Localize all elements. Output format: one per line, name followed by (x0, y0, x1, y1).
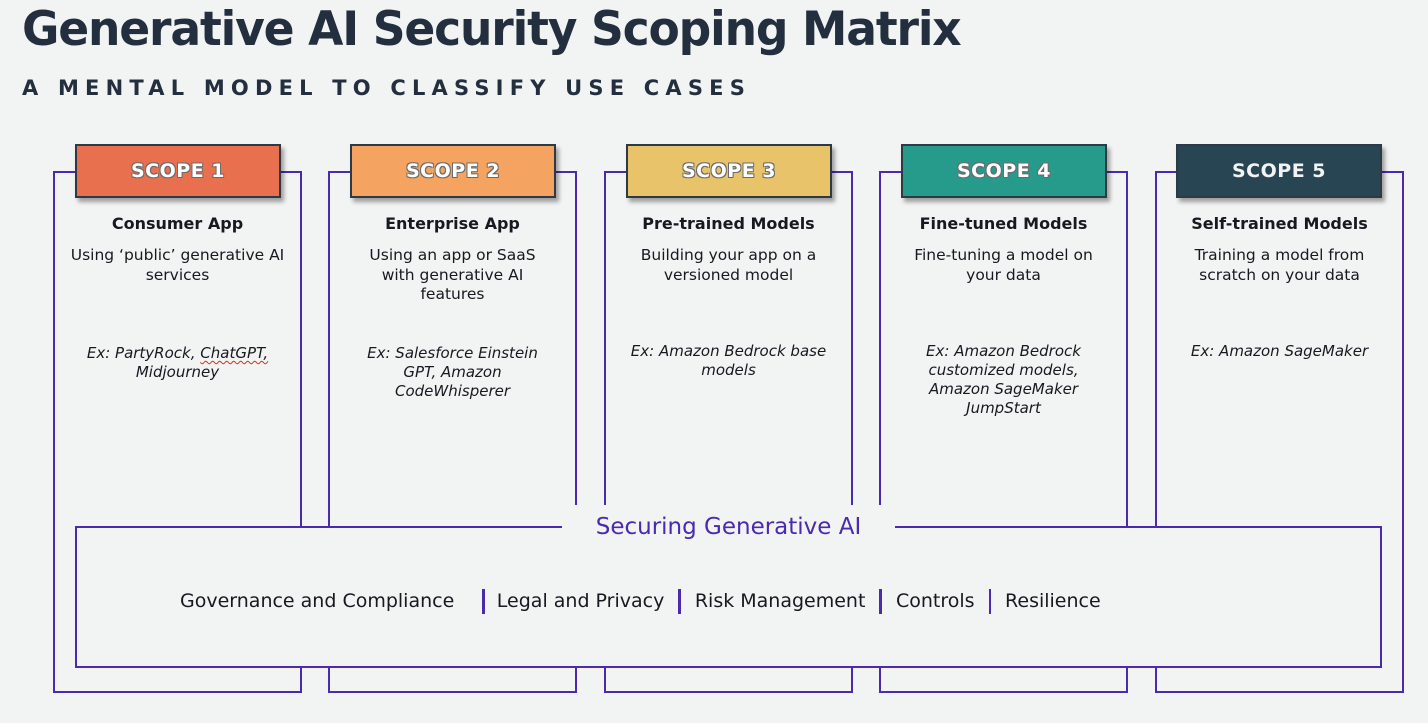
scope-3-title: Pre-trained Models (642, 214, 815, 233)
scope-4-content: Fine-tuned Models Fine-tuning a model on… (879, 210, 1128, 417)
pillar-legal-and-privacy: Legal and Privacy (496, 590, 665, 612)
scope-1-label: SCOPE 1 (130, 160, 226, 182)
scope-1-description: Using ‘public’ generative AI services (70, 246, 285, 284)
securing-generative-ai-box: Securing Generative AI Governance and Co… (75, 508, 1384, 668)
pillar-resilience: Resilience (1005, 590, 1101, 612)
scope-5-label: SCOPE 5 (1231, 160, 1327, 182)
scope-5-title: Self-trained Models (1191, 214, 1368, 233)
scope-1-example: Ex: PartyRock, ChatGPT, Midjourney (53, 344, 302, 382)
scope-4-example: Ex: Amazon Bedrock customized models, Am… (926, 342, 1081, 417)
scope-2-label: SCOPE 2 (405, 160, 501, 182)
securing-generative-ai-label: Securing Generative AI (562, 508, 895, 546)
scope-1-header: SCOPE 1 (75, 144, 281, 198)
scope-3-label: SCOPE 3 (681, 160, 777, 182)
scope-2-description: Using an app or SaaS with generative AI … (369, 246, 536, 303)
pillar-separator (482, 588, 485, 614)
scope-5-example: Ex: Amazon SageMaker (1190, 342, 1369, 360)
pillar-separator (678, 588, 681, 614)
scope-5-description: Training a model from scratch on your da… (1194, 246, 1365, 284)
scope-2-content: Enterprise App Using an app or SaaS with… (328, 210, 577, 400)
scope-3-header: SCOPE 3 (626, 144, 832, 198)
spellcheck-flagged-word: ChatGPT, (200, 344, 269, 362)
scope-5-header: SCOPE 5 (1176, 144, 1382, 198)
page-subtitle: A MENTAL MODEL TO CLASSIFY USE CASES (22, 76, 752, 100)
page-title: Generative AI Security Scoping Matrix (22, 2, 962, 57)
scope-2-title: Enterprise App (385, 214, 520, 233)
scope-2-header: SCOPE 2 (350, 144, 556, 198)
scope-3-example: Ex: Amazon Bedrock base models (630, 342, 827, 379)
scope-1-content: Consumer App Using ‘public’ generative A… (53, 210, 302, 381)
scope-1-example-prefix: Ex: PartyRock, (86, 344, 201, 362)
scope-4-header: SCOPE 4 (901, 144, 1107, 198)
scope-1-example-suffix: Midjourney (135, 363, 220, 381)
scope-4-title: Fine-tuned Models (919, 214, 1088, 233)
scope-5-content: Self-trained Models Training a model fro… (1155, 210, 1404, 360)
scope-4-label: SCOPE 4 (956, 160, 1052, 182)
scope-2-example: Ex: Salesforce Einstein GPT, Amazon Code… (367, 344, 538, 400)
scope-4-description: Fine-tuning a model on your data (914, 246, 1093, 284)
scope-3-content: Pre-trained Models Building your app on … (604, 210, 853, 379)
pillar-separator (879, 588, 882, 614)
security-pillars: Governance and Compliance Legal and Priv… (77, 586, 1384, 616)
pillar-risk-management: Risk Management (694, 590, 866, 612)
scope-1-title: Consumer App (111, 214, 244, 233)
pillar-separator (988, 588, 992, 614)
pillar-governance-and-compliance: Governance and Compliance (180, 590, 455, 612)
scope-3-description: Building your app on a versioned model (640, 246, 817, 284)
pillar-controls: Controls (895, 590, 975, 612)
